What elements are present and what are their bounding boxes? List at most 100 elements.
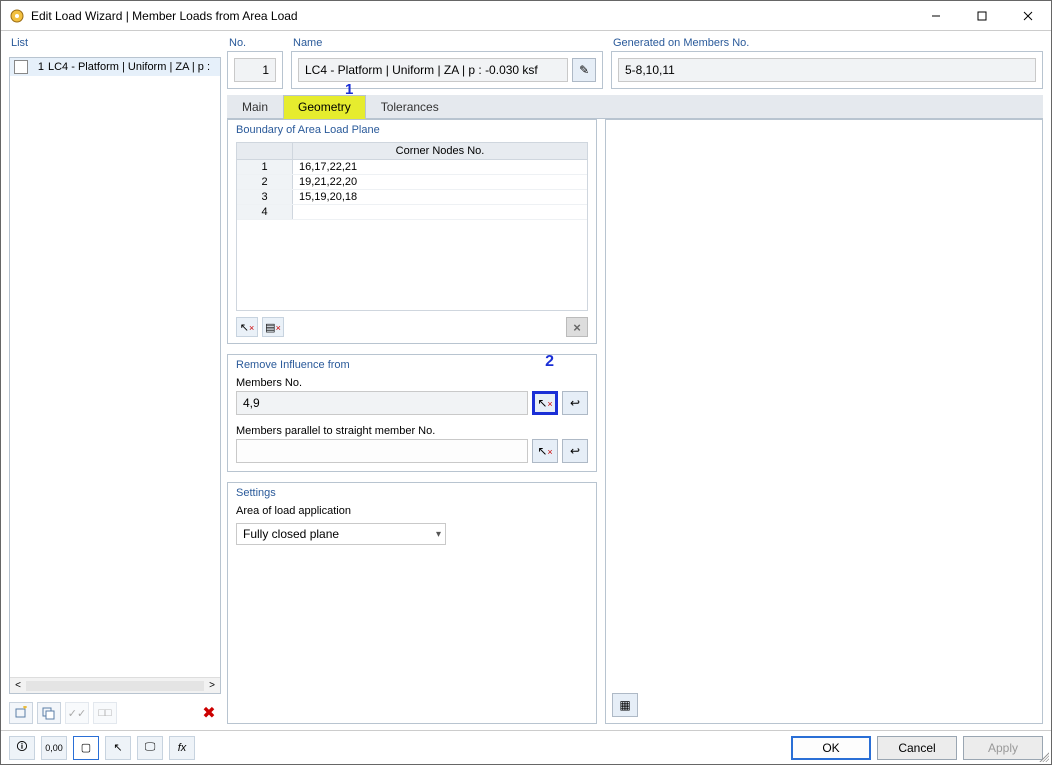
app-icon bbox=[9, 8, 25, 24]
area-label: Area of load application bbox=[236, 505, 588, 517]
new-item-button[interactable] bbox=[9, 702, 33, 724]
list-horizontal-scrollbar[interactable]: < > bbox=[10, 677, 220, 693]
dialog-body: List 1 LC4 - Platform | Uniform | ZA | p… bbox=[1, 31, 1051, 730]
display-button[interactable]: 🖵 bbox=[137, 736, 163, 760]
bottom-bar: 🛈 0,00 ▢ ↖ 🖵 fx OK Cancel Apply bbox=[1, 730, 1051, 764]
settings-group: Settings Area of load application Fully … bbox=[227, 482, 597, 724]
settings-title: Settings bbox=[236, 487, 588, 499]
generated-label: Generated on Members No. bbox=[611, 37, 1043, 51]
upper-area: List 1 LC4 - Platform | Uniform | ZA | p… bbox=[9, 37, 1043, 724]
preview-settings-button[interactable]: ▦ bbox=[612, 693, 638, 717]
help-icon: 🛈 bbox=[16, 738, 27, 757]
name-label: Name bbox=[291, 37, 603, 51]
check-all-button[interactable]: ✓✓ bbox=[65, 702, 89, 724]
table-row[interactable]: 315,19,20,18 bbox=[237, 190, 587, 205]
pick-icon: ↖× bbox=[537, 444, 552, 458]
left-column: Boundary of Area Load Plane Corner Nodes… bbox=[227, 119, 597, 724]
ok-button[interactable]: OK bbox=[791, 736, 871, 760]
list-corner-button[interactable]: ▤× bbox=[262, 317, 284, 337]
tab-content: Boundary of Area Load Plane Corner Nodes… bbox=[227, 119, 1043, 724]
preview-panel: ▦ bbox=[605, 119, 1043, 724]
close-icon: × bbox=[573, 320, 581, 335]
no-field[interactable] bbox=[234, 58, 276, 82]
pick-parallel-button[interactable]: ↖× bbox=[532, 439, 558, 463]
undo-members-button[interactable]: ↩ bbox=[562, 391, 588, 415]
area-select[interactable]: Fully closed plane ▾ bbox=[236, 523, 446, 545]
pick-members-button[interactable]: ↖× bbox=[532, 391, 558, 415]
no-label: No. bbox=[227, 37, 283, 51]
close-button[interactable] bbox=[1005, 1, 1051, 31]
copy-item-button[interactable] bbox=[37, 702, 61, 724]
pick-icon: ↖ bbox=[113, 741, 122, 754]
undo-parallel-button[interactable]: ↩ bbox=[562, 439, 588, 463]
units-icon: 0,00 bbox=[45, 743, 63, 753]
display-icon: 🖵 bbox=[145, 741, 156, 754]
boundary-group: Boundary of Area Load Plane Corner Nodes… bbox=[227, 119, 597, 344]
maximize-button[interactable] bbox=[959, 1, 1005, 31]
members-label: Members No. bbox=[236, 377, 588, 389]
area-select-value: Fully closed plane bbox=[243, 527, 339, 541]
uncheck-all-button[interactable]: □□ bbox=[93, 702, 117, 724]
table-row[interactable]: 4 bbox=[237, 205, 587, 220]
scroll-right-icon[interactable]: > bbox=[204, 680, 220, 691]
list-item-label: LC4 - Platform | Uniform | ZA | p : bbox=[48, 61, 220, 73]
preview-icon: ▦ bbox=[619, 698, 630, 712]
list-heading: List bbox=[9, 37, 221, 51]
minimize-button[interactable] bbox=[913, 1, 959, 31]
parallel-label: Members parallel to straight member No. bbox=[236, 425, 588, 437]
boundary-title: Boundary of Area Load Plane bbox=[236, 124, 588, 136]
no-box: No. bbox=[227, 37, 283, 89]
view-toggle-button[interactable]: ▢ bbox=[73, 736, 99, 760]
table-row[interactable]: 219,21,22,20 bbox=[237, 175, 587, 190]
tab-tolerances[interactable]: Tolerances bbox=[366, 95, 454, 119]
parallel-field[interactable] bbox=[236, 439, 528, 463]
function-icon: fx bbox=[178, 742, 187, 754]
corner-nodes-header: Corner Nodes No. bbox=[293, 143, 587, 159]
tabs: Main Geometry Tolerances 1 bbox=[227, 95, 1043, 119]
apply-button[interactable]: Apply bbox=[963, 736, 1043, 760]
chevron-down-icon: ▾ bbox=[436, 529, 441, 540]
pick-icon: ↖× bbox=[240, 321, 254, 334]
edit-icon: ✎ bbox=[579, 63, 589, 77]
dialog-window: Edit Load Wizard | Member Loads from Are… bbox=[0, 0, 1052, 765]
tab-main[interactable]: Main bbox=[227, 95, 283, 119]
tab-geometry[interactable]: Geometry bbox=[283, 95, 366, 119]
list-body[interactable]: 1 LC4 - Platform | Uniform | ZA | p : bbox=[10, 58, 220, 677]
list-item-number: 1 bbox=[32, 61, 48, 73]
name-field[interactable] bbox=[298, 58, 568, 82]
table-row[interactable]: 116,17,22,21 bbox=[237, 160, 587, 175]
name-box: Name ✎ bbox=[291, 37, 603, 89]
undo-icon: ↩ bbox=[570, 396, 580, 410]
callout-2: 2 bbox=[545, 353, 554, 371]
delete-item-button[interactable]: ✖ bbox=[197, 702, 221, 724]
list-icon: ▤× bbox=[265, 321, 281, 334]
callout-1: 1 bbox=[345, 81, 353, 98]
pick-corner-button[interactable]: ↖× bbox=[236, 317, 258, 337]
list-item[interactable]: 1 LC4 - Platform | Uniform | ZA | p : bbox=[10, 58, 220, 76]
list-panel: 1 LC4 - Platform | Uniform | ZA | p : < … bbox=[9, 57, 221, 694]
pick-mode-button[interactable]: ↖ bbox=[105, 736, 131, 760]
clear-corner-button[interactable]: × bbox=[566, 317, 588, 337]
view-icon: ▢ bbox=[81, 741, 91, 754]
pick-icon: ↖× bbox=[537, 396, 552, 410]
cancel-button[interactable]: Cancel bbox=[877, 736, 957, 760]
right-area: No. Name ✎ Generated on Member bbox=[227, 37, 1043, 724]
tab-container: Main Geometry Tolerances 1 Boundary of A… bbox=[227, 95, 1043, 724]
remove-influence-group: Remove Influence from 2 Members No. ↖× ↩… bbox=[227, 354, 597, 472]
members-field[interactable] bbox=[236, 391, 528, 415]
generated-field[interactable] bbox=[618, 58, 1036, 82]
undo-icon: ↩ bbox=[570, 444, 580, 458]
window-title: Edit Load Wizard | Member Loads from Are… bbox=[31, 9, 298, 23]
generated-box: Generated on Members No. bbox=[611, 37, 1043, 89]
units-button[interactable]: 0,00 bbox=[41, 736, 67, 760]
list-toolbar: ✓✓ □□ ✖ bbox=[9, 700, 221, 724]
help-button[interactable]: 🛈 bbox=[9, 736, 35, 760]
resize-grip[interactable] bbox=[1037, 750, 1049, 762]
remove-title: Remove Influence from bbox=[236, 359, 588, 371]
titlebar: Edit Load Wizard | Member Loads from Are… bbox=[1, 1, 1051, 31]
edit-name-button[interactable]: ✎ bbox=[572, 58, 596, 82]
corner-nodes-table[interactable]: Corner Nodes No. 116,17,22,21 219,21,22,… bbox=[236, 142, 588, 311]
list-item-checkbox[interactable] bbox=[14, 60, 28, 74]
function-button[interactable]: fx bbox=[169, 736, 195, 760]
scroll-left-icon[interactable]: < bbox=[10, 680, 26, 691]
